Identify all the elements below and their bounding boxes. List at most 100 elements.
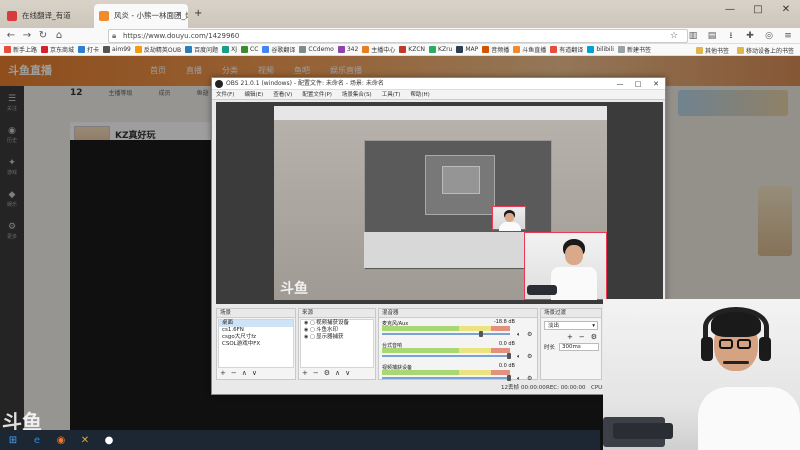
maximize-button[interactable]: □ (744, 0, 772, 20)
source-item[interactable]: ◉ ▢视频捕获设备 (301, 320, 373, 327)
extension-icon[interactable]: ✚ (744, 29, 756, 43)
tab-youdao[interactable]: 在线翻译_有道 (2, 4, 92, 28)
obs-preview[interactable]: 斗鱼 (216, 102, 663, 304)
volume-slider[interactable] (382, 355, 510, 357)
remove-scene-button[interactable]: − (231, 369, 237, 377)
url-bar[interactable]: 🔒︎ https://www.douyu.com/1429960 (108, 29, 688, 43)
bookmark-item[interactable]: KZCN (399, 46, 425, 53)
speaker-icon[interactable]: 🔈︎ (517, 375, 521, 383)
add-transition-button[interactable]: + (567, 333, 573, 341)
bookmark-item[interactable]: aim99 (103, 46, 131, 53)
bookmark-item[interactable]: 京东商城 (41, 45, 74, 54)
taskbar-item[interactable]: e (26, 431, 48, 449)
youdao-icon (7, 11, 17, 21)
bookmark-item[interactable]: CCdemo (299, 46, 334, 53)
transition-select[interactable]: 淡出 ▾ (544, 321, 598, 330)
bookmark-label: KZru (438, 46, 453, 53)
sidebar-icon[interactable]: ▤ (706, 29, 718, 43)
bookmark-item[interactable]: 斗鱼直播 (513, 45, 546, 54)
back-button[interactable]: ← (4, 29, 18, 43)
bookmark-item[interactable]: MAP (456, 46, 478, 53)
source-item[interactable]: ◉ ▢斗鱼水印 (301, 327, 373, 334)
library-icon[interactable]: ▥ (687, 29, 699, 43)
source-item[interactable]: ◉ ▢显示器捕获 (301, 334, 373, 341)
bookmark-icon (78, 46, 86, 53)
scene-item[interactable]: CSOL游戏中FX (219, 341, 293, 348)
bookmark-item[interactable]: bilibili (587, 46, 614, 53)
bookmark-folder-other[interactable]: 其他书签 (695, 46, 729, 55)
bookmark-item[interactable]: 新建书签 (617, 45, 651, 54)
scene-item[interactable]: cs1.6FN (219, 327, 293, 334)
taskbar-item[interactable]: ✕ (74, 431, 96, 449)
volume-slider[interactable] (382, 377, 510, 379)
bookmark-label: 百度问题 (194, 47, 219, 54)
bookmark-item[interactable]: 反劫精英OUB (134, 45, 181, 54)
reload-button[interactable]: ↻ (36, 29, 50, 43)
bookmark-item[interactable]: 谷歌翻译 (262, 45, 295, 54)
headphone-ear-shape (759, 337, 771, 361)
move-up-button[interactable]: ∧ (242, 369, 247, 377)
bookmark-item[interactable]: 342 (337, 46, 358, 53)
volume-slider-handle[interactable] (507, 353, 511, 359)
gear-icon[interactable]: ⚙ (527, 331, 532, 338)
taskbar-item[interactable]: ◉ (50, 431, 72, 449)
taskbar-item[interactable]: ● (98, 431, 120, 449)
bookmark-folder-mobile[interactable]: 移动设备上的书签 (736, 46, 794, 55)
move-up-button[interactable]: ∧ (335, 369, 340, 377)
bookmark-icon (399, 46, 407, 53)
tab-douyu[interactable]: 风炎 - 小熊一林面团_炫炫精彩 ✕ (94, 4, 188, 28)
remove-transition-button[interactable]: − (579, 333, 585, 341)
gear-icon[interactable]: ⚙ (527, 375, 532, 382)
move-down-button[interactable]: ∨ (345, 369, 350, 377)
bookmark-item[interactable]: XJ (222, 46, 237, 53)
close-tab-icon[interactable]: ✕ (175, 10, 182, 19)
obs-menu-item[interactable]: 工具(T) (382, 90, 401, 99)
scene-item[interactable]: 桌面 (219, 320, 293, 327)
close-window-button[interactable]: ✕ (772, 0, 800, 20)
obs-menu-item[interactable]: 帮助(H) (410, 90, 429, 99)
bookmark-star-icon[interactable]: ☆ (668, 29, 680, 43)
home-button[interactable]: ⌂ (52, 29, 66, 43)
bookmark-item[interactable]: KZru (429, 46, 452, 53)
speaker-icon[interactable]: 🔈︎ (517, 353, 521, 361)
gear-icon[interactable]: ⚙ (527, 353, 532, 360)
bookmark-icon (134, 46, 142, 53)
minimize-button[interactable]: — (716, 0, 744, 20)
bookmark-item[interactable]: 有道翻译 (550, 45, 583, 54)
bookmark-item[interactable]: 主播中心 (362, 45, 395, 54)
obs-minimize-button[interactable]: — (611, 78, 629, 90)
volume-slider[interactable] (382, 333, 510, 335)
taskbar-item[interactable]: ⊞ (2, 431, 24, 449)
scene-item[interactable]: csgo大尺寸fz (219, 334, 293, 341)
obs-menu-item[interactable]: 查看(V) (273, 90, 292, 99)
bookmark-item[interactable]: 音频播 (482, 45, 509, 54)
add-source-button[interactable]: + (302, 369, 308, 377)
preview-webcam-source[interactable] (524, 232, 607, 300)
bookmark-item[interactable]: CC (241, 46, 258, 53)
download-icon[interactable]: ⭳ (725, 29, 737, 43)
bookmark-item[interactable]: 打卡 (78, 45, 99, 54)
gear-icon[interactable]: ⚙ (324, 369, 330, 377)
account-icon[interactable]: ◎ (763, 29, 775, 43)
obs-menu-item[interactable]: 编辑(E) (244, 90, 263, 99)
obs-menu-item[interactable]: 场景集合(S) (342, 90, 372, 99)
obs-close-button[interactable]: ✕ (647, 78, 665, 90)
move-down-button[interactable]: ∨ (252, 369, 257, 377)
remove-source-button[interactable]: − (313, 369, 319, 377)
bookmark-icon (482, 46, 490, 53)
volume-slider-handle[interactable] (507, 375, 511, 381)
new-tab-button[interactable]: + (190, 4, 206, 28)
volume-slider-handle[interactable] (479, 331, 483, 337)
bookmark-item[interactable]: 百度问题 (185, 45, 218, 54)
obs-menu-item[interactable]: 配置文件(P) (302, 90, 332, 99)
forward-button[interactable]: → (20, 29, 34, 43)
duration-field[interactable]: 300ms (559, 343, 600, 351)
scenes-dock: 场景 桌面 cs1.6FN csgo大尺寸fz CSOL游戏中FX + − ∧ ∨ (216, 308, 296, 380)
gear-icon[interactable]: ⚙ (591, 333, 597, 341)
add-scene-button[interactable]: + (220, 369, 226, 377)
menu-icon[interactable]: ≡ (782, 29, 794, 43)
obs-maximize-button[interactable]: □ (629, 78, 647, 90)
speaker-icon[interactable]: 🔈︎ (517, 331, 521, 339)
obs-menu-item[interactable]: 文件(F) (216, 90, 234, 99)
bookmark-item[interactable]: 新手上路 (4, 45, 37, 54)
